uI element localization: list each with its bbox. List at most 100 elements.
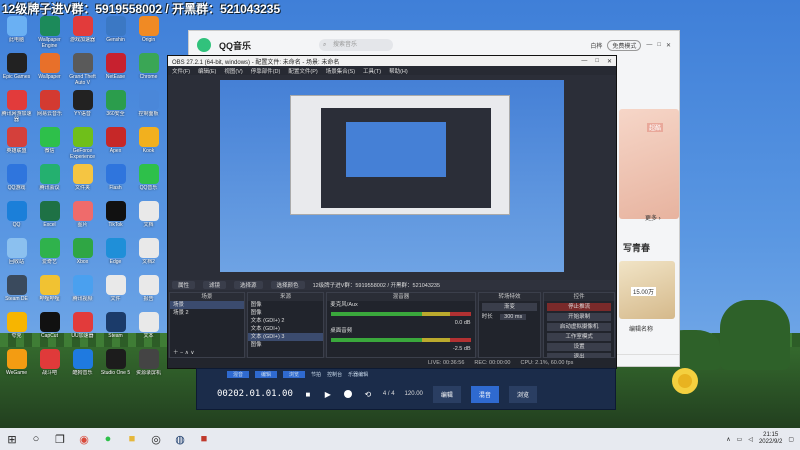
scene-item[interactable]: 场景 [170, 301, 244, 309]
obs-menu-item[interactable]: 停靠部件(D) [251, 67, 281, 75]
daw-view-tab[interactable]: 乐器编辑 [348, 371, 368, 378]
desktop-app-icon[interactable]: 网易云音乐 [33, 90, 66, 123]
folder-icon[interactable]: ■ [124, 431, 140, 447]
desktop-app-icon[interactable]: Flash [99, 164, 132, 197]
volume-icon[interactable]: ◁ [748, 436, 753, 443]
qq-music-more-link[interactable]: 更多 › [645, 213, 661, 222]
obs-menu-item[interactable]: 视图(V) [224, 67, 242, 75]
daw-view-tab[interactable]: 编辑 [255, 370, 278, 378]
obs-control-button[interactable]: 工作室模式 [547, 333, 611, 341]
time-signature[interactable]: 4 / 4 [383, 391, 395, 398]
obs-icon[interactable]: ◎ [148, 431, 164, 447]
obs-menu-item[interactable]: 配置文件(P) [288, 67, 317, 75]
source-item[interactable]: 文本 (GDI+) 2 [248, 317, 324, 325]
desktop-app-icon[interactable]: YY语音 [66, 90, 99, 123]
desktop-app-icon[interactable]: 游戏加速器 [66, 16, 99, 49]
desktop-app-icon[interactable]: 文件 [99, 275, 132, 308]
qq-music-search-input[interactable]: 搜索音乐 [319, 39, 394, 51]
daw-mix-tab[interactable]: 混音 [470, 385, 499, 403]
chrome-icon[interactable]: ◉ [76, 431, 92, 447]
desktop-app-icon[interactable]: 英雄联盟 [0, 127, 33, 160]
desktop-app-icon[interactable]: NetEase [99, 53, 132, 86]
obs-menu-item[interactable]: 工具(T) [363, 67, 381, 75]
wechat-icon[interactable]: ● [100, 431, 116, 447]
close-icon[interactable]: ✕ [666, 42, 671, 49]
desktop-app-icon[interactable]: 报告 [132, 275, 165, 308]
desktop-app-icon[interactable]: Xbox [66, 238, 99, 271]
desktop-app-icon[interactable]: Edge [99, 238, 132, 271]
desktop-app-icon[interactable]: GeForce Experience [66, 127, 99, 160]
daw-edit-tab[interactable]: 编辑 [432, 385, 461, 403]
desktop-app-icon[interactable]: Wallpaper Engine [33, 16, 66, 49]
transition-type-select[interactable]: 渐变 [481, 303, 538, 311]
desktop-app-icon[interactable]: 酷狗音乐 [66, 349, 99, 382]
obs-control-button[interactable]: 启动虚拟摄像机 [547, 323, 611, 331]
desktop-app-icon[interactable]: UU加速器 [66, 312, 99, 345]
desktop-app-icon[interactable]: 文本 [132, 312, 165, 345]
record-icon[interactable] [343, 389, 353, 399]
desktop-app-icon[interactable]: Excel [33, 201, 66, 234]
desktop-app-icon[interactable]: 360安全 [99, 90, 132, 123]
studio-one-transport[interactable]: 混音 编辑 浏览 节拍 控制台 乐器编辑 00202.01.01.00 ■ ▶ ⟲ 4 /… [196, 368, 616, 410]
desktop-app-icon[interactable]: 微信 [33, 127, 66, 160]
obs-minimize-icon[interactable]: — [581, 58, 587, 65]
desktop-app-icon[interactable]: 回收站 [0, 238, 33, 271]
obs-maximize-icon[interactable]: □ [595, 58, 599, 65]
desktop-app-icon[interactable]: QQ音乐 [132, 164, 165, 197]
desktop-app-icon[interactable]: Epic Games [0, 53, 33, 86]
daw-view-tab[interactable]: 节拍 [311, 371, 321, 378]
daw-browse-tab[interactable]: 浏览 [508, 385, 537, 403]
desktop-app-icon[interactable]: 资源录屏机 [132, 349, 165, 382]
tray-chevron-icon[interactable]: ∧ [726, 436, 730, 443]
desktop-app-icon[interactable]: TikTok [99, 201, 132, 234]
desktop-app-icon[interactable]: 控制面板 [132, 90, 165, 123]
obs-control-button[interactable]: 停止推流 [547, 303, 611, 311]
qq-music-username[interactable]: 白桦 [590, 41, 602, 50]
desktop-app-icon[interactable]: 文件夹 [66, 164, 99, 197]
daw-view-tab[interactable]: 控制台 [327, 371, 342, 378]
daw-view-tab[interactable]: 混音 [227, 370, 250, 378]
desktop-app-icon[interactable]: 文档2 [132, 238, 165, 271]
desktop-app-icon[interactable]: 夸克 [0, 312, 33, 345]
daw-view-tab[interactable]: 浏览 [283, 370, 306, 378]
desktop-app-icon[interactable]: 腾讯会议 [33, 164, 66, 197]
duration-input[interactable]: 300 ms [500, 314, 527, 320]
obs-menu-item[interactable]: 帮助(H) [389, 67, 408, 75]
desktop-app-icon[interactable]: Origin [132, 16, 165, 49]
source-item[interactable]: 文本 (GDI+) [248, 325, 324, 333]
desktop-app-icon[interactable]: QQ [0, 201, 33, 234]
system-clock[interactable]: 21:15 2022/9/2 [759, 432, 782, 446]
desktop-app-icon[interactable]: 图片 [66, 201, 99, 234]
desktop-app-icon[interactable]: Wallpaper [33, 53, 66, 86]
desktop-app-icon[interactable]: 哔哩哔哩 [33, 275, 66, 308]
select-source-button[interactable]: 选择源 [234, 281, 263, 289]
scene-item[interactable]: 场景 2 [170, 309, 244, 317]
desktop-app-icon[interactable]: QQ游戏 [0, 164, 33, 197]
desktop-app-icon[interactable]: 腾讯视频 [66, 275, 99, 308]
desktop-app-icon[interactable]: 战斗吧 [33, 349, 66, 382]
desktop-app-icon[interactable]: 此电脑 [0, 16, 33, 49]
source-item[interactable]: 文本 (GDI+) 3 [247, 333, 324, 341]
qq-music-edit-label[interactable]: 编辑名称 [629, 324, 653, 333]
network-icon[interactable]: ▭ [737, 436, 743, 443]
studio-one-icon[interactable]: ■ [196, 431, 212, 447]
taskview-icon[interactable]: ❐ [52, 431, 68, 447]
source-item[interactable]: 图像 [248, 341, 324, 349]
desktop-app-icon[interactable]: WeGame [0, 349, 33, 382]
desktop-app-icon[interactable]: 爱奇艺 [33, 238, 66, 271]
desktop-app-icon[interactable]: Genshin [99, 16, 132, 49]
desktop-app-icon[interactable]: Chrome [132, 53, 165, 86]
obs-menu-item[interactable]: 文件(F) [172, 67, 190, 75]
obs-preview-canvas[interactable] [220, 80, 564, 272]
properties-button[interactable]: 属性 [172, 281, 196, 289]
filters-button[interactable]: 滤镜 [203, 281, 227, 289]
desktop-app-icon[interactable]: Steam [99, 312, 132, 345]
search-icon[interactable]: ○ [28, 431, 44, 447]
desktop-app-icon[interactable]: Kook [132, 127, 165, 160]
loop-icon[interactable]: ⟲ [363, 389, 373, 399]
desktop-app-icon[interactable]: Grand Theft Auto V [66, 53, 99, 86]
obs-control-button[interactable]: 开始录制 [547, 313, 611, 321]
stop-icon[interactable]: ■ [303, 389, 313, 399]
desktop-app-icon[interactable]: 腾讯网游加速器 [0, 90, 33, 123]
source-item[interactable]: 图像 [248, 301, 324, 309]
